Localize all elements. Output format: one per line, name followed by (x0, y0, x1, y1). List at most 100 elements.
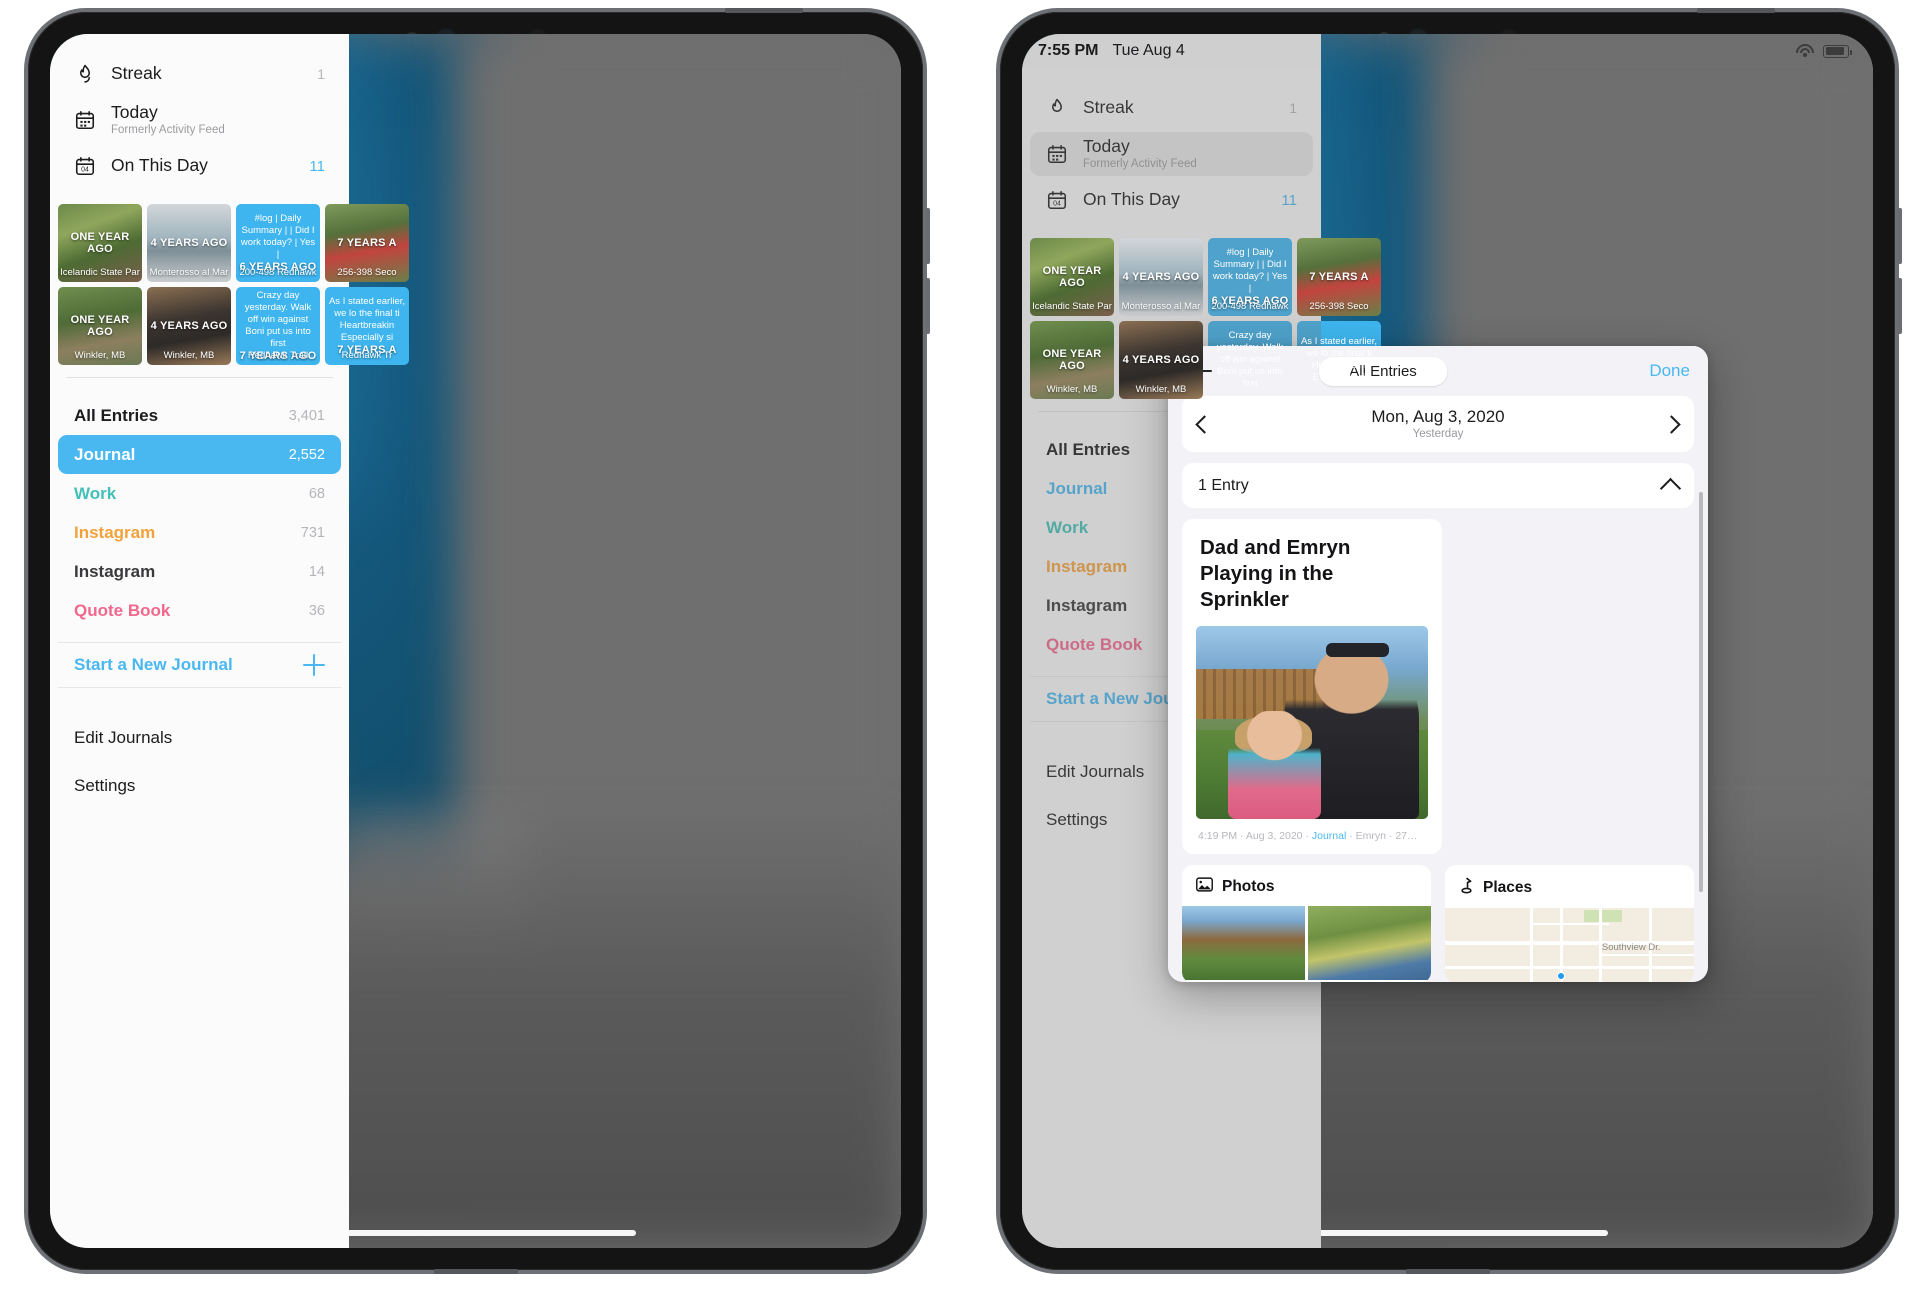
memory-text: As I stated earlier, we lo the final ti … (328, 296, 406, 343)
memory-tile[interactable]: #log | Daily Summary | | Did I work toda… (1208, 238, 1292, 316)
right-screen: 7:55 PM Tue Aug 4 Streak 1 Today Formerl… (1022, 34, 1873, 1248)
places-card[interactable]: Places Southview Dr. (1445, 865, 1694, 982)
status-date: Tue Aug 4 (1112, 42, 1185, 59)
memory-tile[interactable]: #log | Daily Summary | | Did I work toda… (236, 204, 320, 282)
memory-tile[interactable]: 4 YEARS AGO Monterosso al Mar (147, 204, 231, 282)
on-this-day-count: 11 (309, 157, 325, 175)
journal-list: All Entries 3,401 Journal 2,552 Work 68 … (50, 378, 349, 630)
done-button[interactable]: Done (1649, 361, 1690, 381)
relative-date-label: Yesterday (1412, 428, 1464, 441)
sidebar-item-today[interactable]: Today Formerly Activity Feed (58, 98, 341, 142)
sidebar-item-today[interactable]: Today Formerly Activity Feed (1030, 132, 1313, 176)
home-indicator[interactable] (315, 1230, 636, 1236)
entry-title: Dad and Emryn Playing in the Sprinkler (1200, 536, 1351, 612)
sidebar-item-on-this-day[interactable]: 04 On This Day 11 (58, 144, 341, 188)
memory-location: Winkler, MB (74, 350, 126, 361)
sidebar-item-text: Streak (111, 64, 304, 84)
start-new-journal-button[interactable]: Start a New Journal (58, 642, 341, 688)
memory-text: #log | Daily Summary | | Did I work toda… (240, 213, 316, 260)
sidebar-item-text: Streak (1083, 98, 1276, 118)
memory-tile[interactable]: 7 YEARS A 256-398 Seco (1297, 238, 1381, 316)
memory-tile[interactable]: 7 YEARS A 256-398 Seco (325, 204, 409, 282)
volume-up-button[interactable] (1897, 208, 1902, 264)
status-time: 7:55 PM (1038, 42, 1099, 59)
popover-scrollbar[interactable] (1699, 492, 1703, 892)
sidebar-item-label: On This Day (1083, 189, 1180, 210)
volume-down-button[interactable] (925, 278, 930, 334)
chevron-up-icon[interactable] (1659, 477, 1682, 499)
sidebar-item-text: Today Formerly Activity Feed (1083, 137, 1297, 170)
memory-tile[interactable]: Crazy day yesterday. Walk off win agains… (1208, 321, 1292, 399)
journal-name: Work (1046, 517, 1089, 537)
memory-location: 200-498 Redhawk (1211, 301, 1289, 312)
journal-count: 36 (308, 602, 325, 619)
memory-location: Redhawk Tr (341, 350, 393, 361)
sidebar-item-label: Streak (111, 63, 162, 84)
memory-tile[interactable]: As I stated earlier, we lo the final ti … (325, 287, 409, 365)
sidebar-item-on-this-day[interactable]: 04 On This Day 11 (1030, 178, 1313, 222)
memory-tile[interactable]: ONE YEAR AGO Winkler, MB (58, 287, 142, 365)
svg-text:04: 04 (81, 167, 89, 174)
meta-sep: · (1346, 830, 1356, 843)
places-card-title: Places (1483, 879, 1533, 897)
memory-location: Icelandic State Par (1032, 301, 1112, 312)
left-screen: Streak 1 Today Formerly Activity Feed 04… (50, 34, 901, 1248)
photos-card-title: Photos (1222, 878, 1275, 896)
power-button[interactable] (1697, 8, 1775, 13)
journal-count: 2,552 (288, 446, 325, 463)
edit-journals-label: Edit Journals (1046, 762, 1145, 781)
memory-location: Winkler, MB (1135, 384, 1187, 395)
photos-card[interactable]: Photos (1182, 865, 1431, 982)
map-street-label: Southview Dr. (1601, 942, 1661, 954)
memory-tile[interactable]: 4 YEARS AGO Monterosso al Mar (1119, 238, 1203, 316)
entry-metadata: 4:19 PM · Aug 3, 2020 · Journal · Emryn … (1182, 819, 1442, 850)
edit-journals-label: Edit Journals (74, 728, 173, 747)
bottom-connector (1405, 1269, 1490, 1274)
volume-up-button[interactable] (925, 208, 930, 264)
pin-icon (1459, 877, 1474, 899)
meta-sep: · (1237, 830, 1246, 843)
home-indicator[interactable] (1287, 1230, 1608, 1236)
entry-card[interactable]: Dad and Emryn Playing in the Sprinkler 4… (1182, 519, 1442, 855)
journal-row-journal[interactable]: Journal 2,552 (58, 435, 341, 474)
settings-button[interactable]: Settings (58, 762, 341, 810)
sidebar-item-text: Today Formerly Activity Feed (111, 103, 312, 136)
entry-meta-journal[interactable]: Journal (1312, 830, 1346, 842)
memory-tile[interactable]: ONE YEAR AGO Icelandic State Par (1030, 238, 1114, 316)
memory-years: ONE YEAR AGO (1042, 347, 1102, 372)
date-navigator-center: Mon, Aug 3, 2020 Yesterday (1211, 407, 1665, 441)
volume-down-button[interactable] (1897, 278, 1902, 334)
screenshot-stage: Streak 1 Today Formerly Activity Feed 04… (0, 0, 1920, 1302)
memory-tile[interactable]: Crazy day yesterday. Walk off win agains… (236, 287, 320, 365)
sidebar-item-streak[interactable]: Streak 1 (58, 52, 341, 96)
journal-name: Instagram (74, 522, 156, 542)
memory-tile[interactable]: 4 YEARS AGO Winkler, MB (1119, 321, 1203, 399)
journal-row-instagram[interactable]: Instagram 14 (58, 552, 341, 591)
memory-years: 7 YEARS A (1309, 270, 1369, 283)
journal-sidebar: Streak 1 Today Formerly Activity Feed 04… (50, 34, 409, 1248)
start-new-journal-label: Start a New Journal (74, 655, 233, 674)
sidebar-item-text: On This Day (111, 156, 296, 176)
sidebar-item-sublabel: Formerly Activity Feed (1083, 157, 1197, 170)
edit-journals-button[interactable]: Edit Journals (58, 714, 341, 762)
journal-row-all-entries[interactable]: All Entries 3,401 (58, 396, 341, 435)
plus-icon[interactable] (303, 654, 325, 676)
memory-tile[interactable]: ONE YEAR AGO Winkler, MB (1030, 321, 1114, 399)
photo-thumbnail[interactable] (1308, 906, 1431, 981)
memory-tile[interactable]: ONE YEAR AGO Icelandic State Par (58, 204, 142, 282)
journal-row-quote-book[interactable]: Quote Book 36 (58, 591, 341, 630)
calendar-04-icon: 04 (72, 153, 98, 179)
journal-row-instagram-orange[interactable]: Instagram 731 (58, 513, 341, 552)
sidebar-item-streak[interactable]: Streak 1 (1030, 86, 1313, 130)
chevron-right-icon[interactable] (1662, 414, 1681, 434)
calendar-today-icon (1044, 141, 1070, 167)
places-map[interactable]: Southview Dr. (1445, 908, 1694, 982)
power-button[interactable] (725, 8, 803, 13)
journal-count: 14 (308, 563, 325, 580)
entry-count-bar[interactable]: 1 Entry (1182, 463, 1694, 508)
entry-hero-photo[interactable] (1196, 626, 1428, 820)
memory-tile[interactable]: 4 YEARS AGO Winkler, MB (147, 287, 231, 365)
journal-row-work[interactable]: Work 68 (58, 474, 341, 513)
photo-thumbnail[interactable] (1182, 906, 1305, 981)
on-this-day-memories-grid: ONE YEAR AGO Icelandic State Par 4 YEARS… (50, 200, 409, 369)
